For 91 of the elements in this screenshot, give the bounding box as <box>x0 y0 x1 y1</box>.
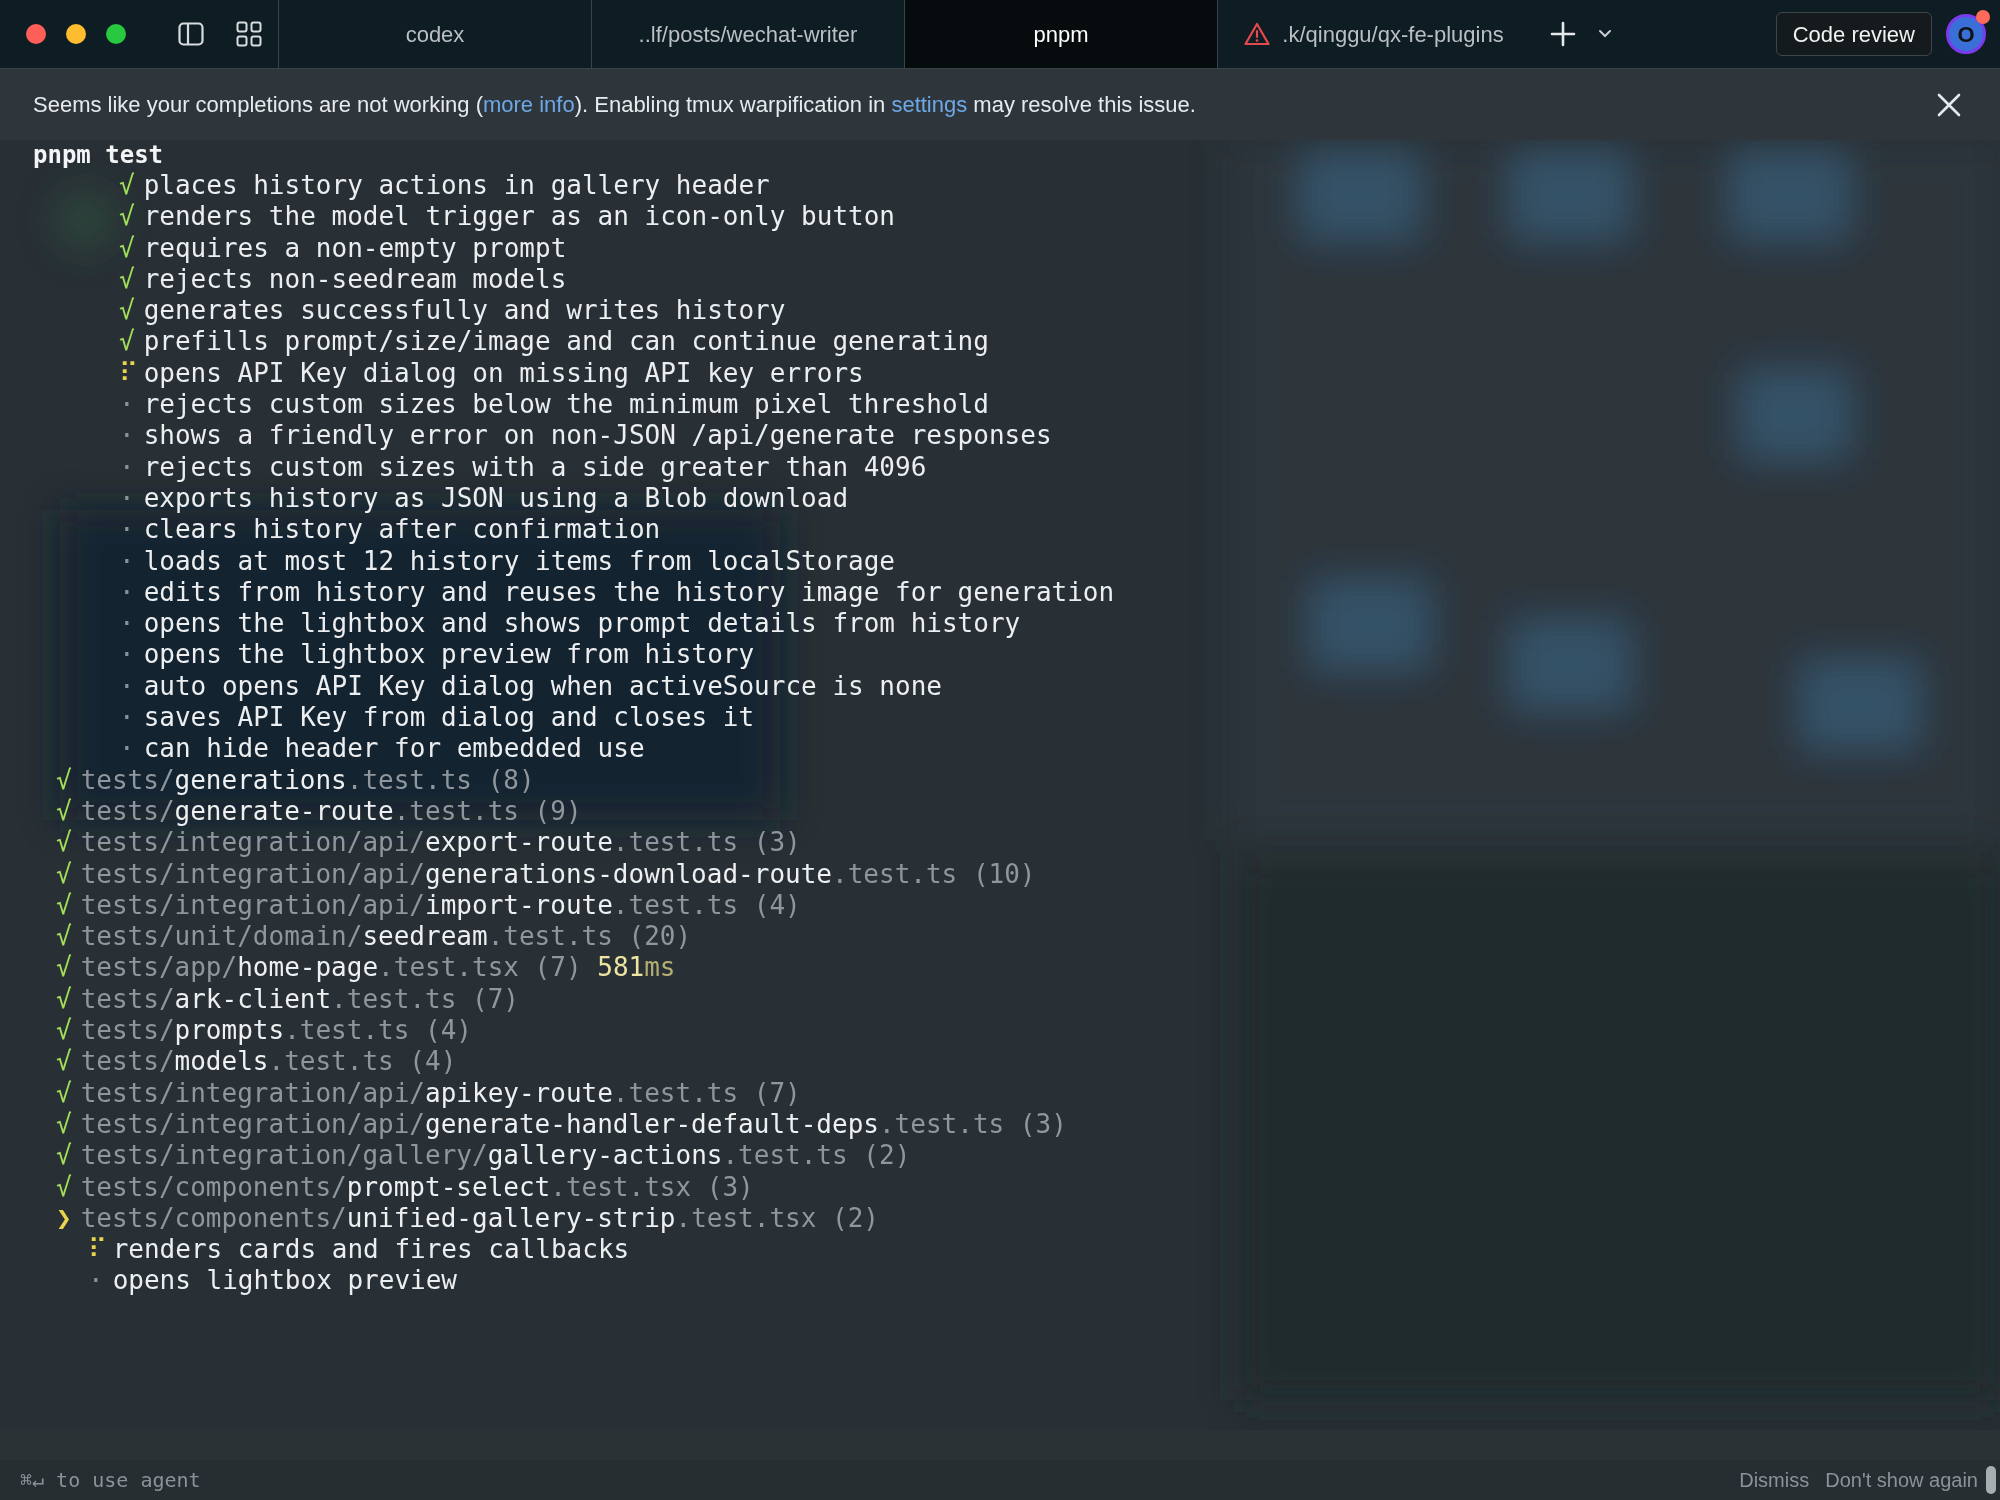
pass-mark: √ <box>56 1140 72 1172</box>
pass-mark: √ <box>56 1015 72 1047</box>
link[interactable]: more info <box>482 92 575 117</box>
pass-mark: √ <box>56 889 72 922</box>
pass-mark: √ <box>119 326 135 358</box>
grid-icon[interactable] <box>236 21 262 47</box>
pending-dot: · <box>119 482 135 515</box>
test-case: rejects custom sizes with a side greater than 4096 <box>143 451 927 483</box>
test-case: exports history as JSON using a Blob download <box>143 482 849 515</box>
agent-hint: ⌘↵ to use agent <box>20 1467 201 1494</box>
pending-dot: · <box>119 514 135 546</box>
tab[interactable]: pnpm <box>904 0 1217 68</box>
pending-dot: · <box>119 389 135 421</box>
close-icon[interactable] <box>1937 92 1961 117</box>
pass-mark: √ <box>119 263 135 296</box>
link[interactable]: settings <box>891 92 968 117</box>
new-tab-icon[interactable] <box>1550 21 1576 47</box>
pass-mark: √ <box>56 921 72 953</box>
pass-mark: √ <box>56 764 72 796</box>
test-case: shows a friendly error on non-JSON /api/generate responses <box>143 420 1052 452</box>
test-case: can hide header for embedded use <box>143 733 645 765</box>
spinner-mark: ⠏ <box>119 357 135 390</box>
test-case: loads at most 12 history items from localStorage <box>143 545 895 577</box>
avatar[interactable]: O <box>1946 14 1986 54</box>
test-case: rejects non-seedream models <box>143 263 567 296</box>
test-case: requires a non-empty prompt <box>143 232 567 264</box>
pass-mark: √ <box>56 1171 72 1203</box>
command-text: pnpm test <box>32 140 165 170</box>
pending-dot: · <box>119 639 135 671</box>
test-file-path: tests/prompts.test.ts (4) <box>80 1015 472 1047</box>
test-case: clears history after confirmation <box>143 514 661 546</box>
pending-dot: · <box>119 702 135 734</box>
pass-mark: √ <box>56 1077 72 1109</box>
pass-mark: √ <box>56 795 72 828</box>
test-case: renders the model trigger as an icon-only button <box>143 201 895 233</box>
pending-dot: · <box>119 608 135 640</box>
pass-mark: √ <box>56 1046 72 1078</box>
test-file-path: tests/integration/gallery/gallery-actions.test.ts (2) <box>80 1140 911 1172</box>
scrollbar-thumb[interactable] <box>1986 1466 1996 1494</box>
pass-mark: √ <box>56 1108 72 1141</box>
test-case: generates successfully and writes history <box>143 295 786 327</box>
pass-mark: √ <box>119 295 135 327</box>
spinner-mark: ⠏ <box>88 1234 104 1266</box>
pending-dot: · <box>88 1265 104 1297</box>
test-file-path: tests/components/prompt-select.test.tsx (3) <box>80 1171 754 1203</box>
test-file-path: tests/integration/api/apikey-route.test.ts (7) <box>80 1077 801 1109</box>
test-case: saves API Key from dialog and closes it <box>143 702 755 734</box>
maximize-window-button[interactable] <box>106 24 126 44</box>
test-case: edits from history and reuses the history image for generation <box>143 576 1115 609</box>
sidebar-icon[interactable] <box>178 22 204 46</box>
test-case: places history actions in gallery header <box>143 170 770 202</box>
test-case: opens API Key dialog on missing API key errors <box>143 357 864 390</box>
test-file-path: tests/models.test.ts (4) <box>80 1046 457 1078</box>
pending-dot: · <box>119 670 135 703</box>
pass-mark: √ <box>119 170 135 202</box>
test-file-path: tests/integration/api/export-route.test.ts (3) <box>80 827 801 859</box>
pending-dot: · <box>119 451 135 483</box>
test-file-path: tests/unit/domain/seedream.test.ts (20) <box>80 921 692 953</box>
pending-dot: · <box>119 545 135 577</box>
minimize-window-button[interactable] <box>66 24 86 44</box>
test-file-path: tests/generate-route.test.ts (9) <box>80 795 582 828</box>
test-case: prefills prompt/size/image and can continue generating <box>143 326 989 358</box>
test-file-path: tests/integration/api/generations-download-route.test.ts (10) <box>80 858 1036 890</box>
pass-mark: √ <box>56 858 72 890</box>
footer-action[interactable]: Don't show again <box>1825 1465 1978 1495</box>
chevron-down-icon[interactable] <box>1598 29 1612 39</box>
footer-action[interactable]: Dismiss <box>1739 1465 1810 1495</box>
test-case: rejects custom sizes below the minimum pixel threshold <box>143 389 989 421</box>
pass-mark: √ <box>119 201 135 233</box>
test-file-path: tests/generations.test.ts (8) <box>80 764 535 796</box>
pass-mark: √ <box>56 952 72 984</box>
pending-dot: · <box>119 733 135 765</box>
banner-message: Seems like your completions are not working (more info). Enabling tmux warpification in settings may resolve this issue. <box>33 91 1196 119</box>
spinner-mark: ❯ <box>56 1202 72 1235</box>
test-case: opens lightbox preview <box>112 1265 457 1297</box>
test-case: renders cards and fires callbacks <box>112 1234 630 1266</box>
test-file-path: tests/app/home-page.test.tsx (7) 581ms <box>80 952 676 984</box>
code-review-button[interactable]: Code review <box>1775 12 1932 56</box>
test-case: auto opens API Key dialog when activeSource is none <box>143 670 942 703</box>
test-file-path: tests/integration/api/import-route.test.ts (4) <box>80 889 801 922</box>
test-case: opens the lightbox preview from history <box>143 639 755 671</box>
pass-mark: √ <box>119 232 135 264</box>
pending-dot: · <box>119 576 135 609</box>
test-file-path: tests/components/unified-gallery-strip.test.tsx (2) <box>80 1202 879 1235</box>
pass-mark: √ <box>56 827 72 859</box>
test-case: opens the lightbox and shows prompt details from history <box>143 608 1021 640</box>
close-window-button[interactable] <box>26 24 46 44</box>
pass-mark: √ <box>56 983 72 1015</box>
test-file-path: tests/integration/api/generate-handler-default-deps.test.ts (3) <box>80 1108 1067 1141</box>
test-file-path: tests/ark-client.test.ts (7) <box>80 983 519 1015</box>
pending-dot: · <box>119 420 135 452</box>
